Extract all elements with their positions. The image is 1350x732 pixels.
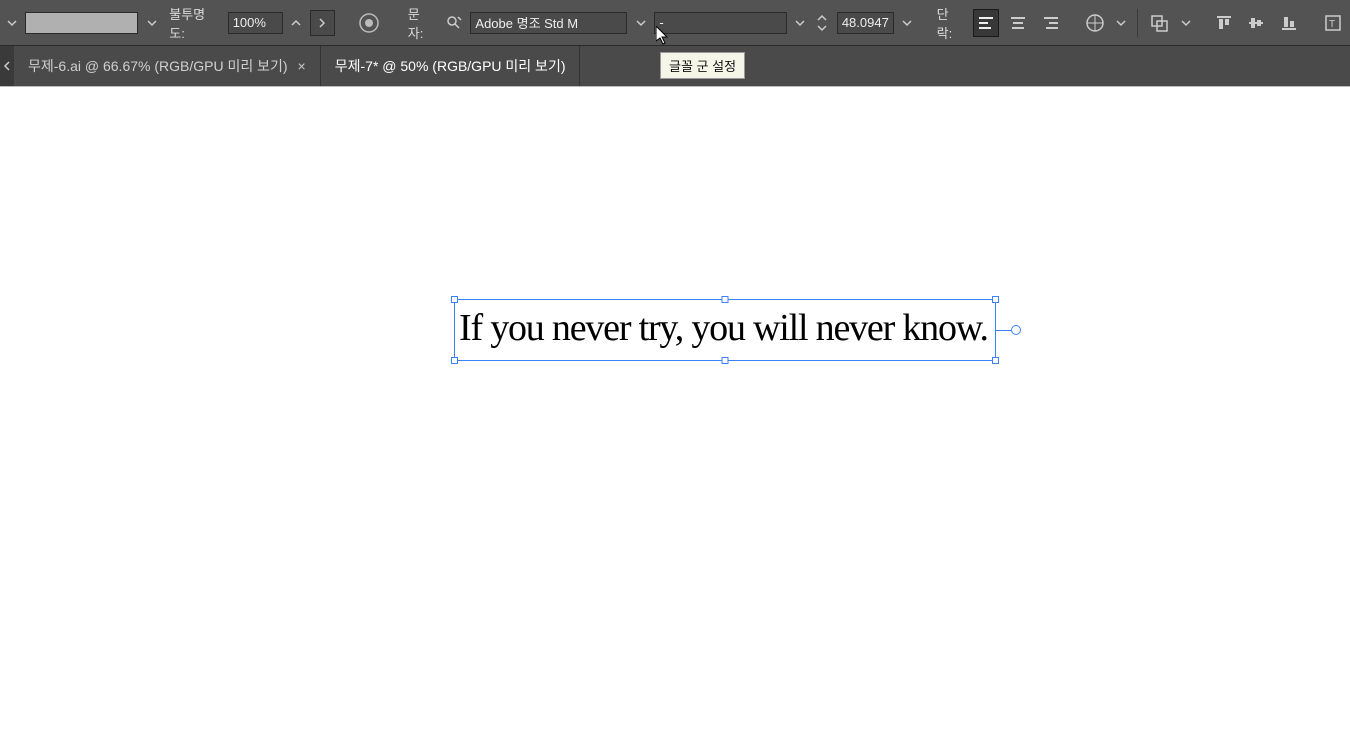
font-size-input[interactable]: 48.0947 (837, 12, 894, 34)
handle-top-left[interactable] (451, 296, 458, 303)
style-swatch[interactable] (25, 12, 138, 34)
opacity-label: 불투명도: (165, 4, 221, 42)
font-size-dropdown[interactable] (900, 10, 915, 36)
artboard[interactable]: If you never try, you will never know. (0, 86, 1350, 732)
font-family-dropdown[interactable] (633, 10, 648, 36)
font-style-dropdown[interactable] (793, 10, 808, 36)
tooltip-text: 글꼴 군 설정 (669, 59, 736, 74)
font-family-input[interactable]: Adobe 명조 Std M (470, 12, 627, 34)
opacity-value: 100% (233, 15, 266, 30)
separator (1137, 9, 1138, 37)
font-size-stepper[interactable] (814, 9, 831, 37)
tooltip: 글꼴 군 설정 (660, 52, 745, 79)
handle-bottom-center[interactable] (722, 357, 729, 364)
touch-type-dropdown[interactable] (1114, 10, 1129, 36)
character-label: 문자: (404, 4, 438, 42)
text-content[interactable]: If you never try, you will never know. (455, 300, 995, 350)
font-size-value: 48.0947 (842, 15, 889, 30)
area-type-button[interactable]: T (1320, 9, 1346, 37)
font-search-icon[interactable] (444, 9, 465, 37)
transform-button[interactable] (1146, 9, 1172, 37)
control-toolbar: 불투명도: 100% 문자: Adobe 명조 Std M - 48.0947 … (0, 0, 1350, 46)
handle-top-center[interactable] (722, 296, 729, 303)
align-top-button[interactable] (1211, 9, 1237, 37)
transform-dropdown[interactable] (1178, 10, 1193, 36)
document-tab-1[interactable]: 무제-6.ai @ 66.67% (RGB/GPU 미리 보기) × (14, 46, 321, 86)
blend-mode-dropdown[interactable] (4, 10, 19, 36)
handle-bottom-left[interactable] (451, 357, 458, 364)
opacity-flyout[interactable] (310, 10, 335, 36)
align-bottom-button[interactable] (1276, 9, 1302, 37)
tab-1-label: 무제-6.ai @ 66.67% (RGB/GPU 미리 보기) (28, 56, 288, 76)
font-family-value: Adobe 명조 Std M (475, 13, 578, 32)
tab-2-label: 무제-7* @ 50% (RGB/GPU 미리 보기) (335, 56, 566, 76)
touch-type-button[interactable] (1081, 9, 1107, 37)
mouse-cursor (656, 26, 670, 46)
paragraph-label: 단락: (933, 4, 967, 42)
out-port-connector (995, 330, 1011, 331)
opacity-input[interactable]: 100% (228, 12, 283, 34)
tab-scroll-left[interactable] (0, 46, 14, 86)
text-frame[interactable]: If you never try, you will never know. (454, 299, 996, 361)
align-left-button[interactable] (973, 9, 999, 37)
style-dropdown[interactable] (144, 10, 159, 36)
svg-text:T: T (1329, 19, 1335, 30)
text-out-port[interactable] (1011, 325, 1021, 335)
handle-bottom-right[interactable] (992, 357, 999, 364)
font-style-input[interactable]: - (654, 12, 786, 34)
tab-1-close[interactable]: × (298, 58, 306, 74)
align-vcenter-button[interactable] (1243, 9, 1269, 37)
opacity-dropdown[interactable] (289, 10, 304, 36)
document-tab-2[interactable]: 무제-7* @ 50% (RGB/GPU 미리 보기) (321, 46, 581, 86)
align-right-button[interactable] (1037, 9, 1063, 37)
align-center-button[interactable] (1005, 9, 1031, 37)
handle-top-right[interactable] (992, 296, 999, 303)
recolor-artwork-button[interactable] (356, 9, 382, 37)
